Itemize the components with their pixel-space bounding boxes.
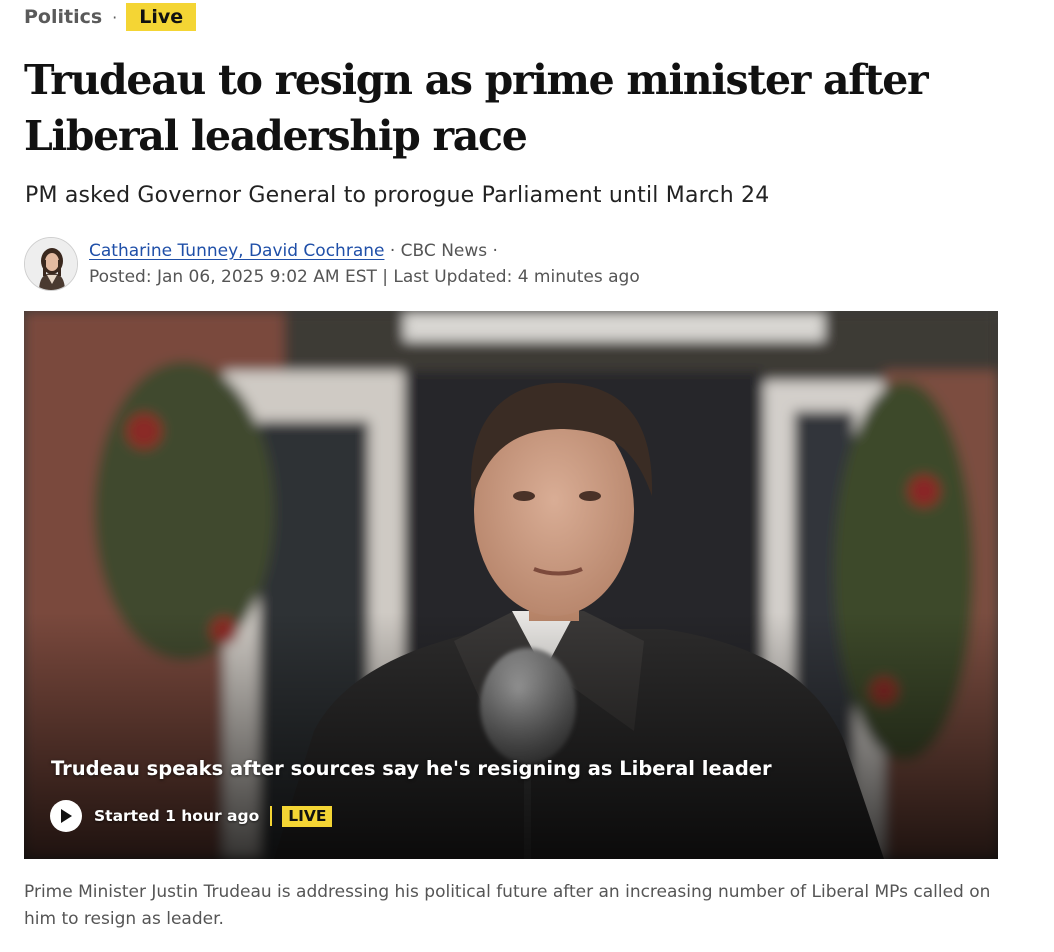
play-icon bbox=[61, 809, 72, 823]
author-avatar[interactable] bbox=[24, 237, 78, 291]
breadcrumb-separator: · bbox=[112, 7, 118, 27]
live-badge: LIVE bbox=[282, 805, 333, 827]
author-links[interactable]: Catharine Tunney, David Cochrane bbox=[89, 241, 384, 261]
started-time: Started 1 hour ago bbox=[94, 807, 260, 825]
play-button[interactable] bbox=[50, 800, 82, 832]
byline: Catharine Tunney, David Cochrane · CBC N… bbox=[89, 238, 640, 290]
headline: Trudeau to resign as prime minister afte… bbox=[24, 56, 929, 160]
breadcrumb: Politics · Live bbox=[24, 3, 197, 31]
video-player[interactable]: Trudeau speaks after sources say he's re… bbox=[24, 311, 998, 859]
publish-dates: Posted: Jan 06, 2025 9:02 AM EST | Last … bbox=[89, 267, 640, 287]
meta-divider bbox=[270, 806, 273, 826]
live-label: Live bbox=[126, 3, 197, 31]
image-caption: Prime Minister Justin Trudeau is address… bbox=[24, 882, 991, 929]
video-meta: Started 1 hour ago LIVE bbox=[50, 800, 333, 832]
outlet-name: · CBC News · bbox=[389, 241, 498, 261]
deck-subheadline: PM asked Governor General to prorogue Pa… bbox=[25, 183, 770, 208]
article-page: Politics · Live Trudeau to resign as pri… bbox=[0, 0, 1054, 952]
section-link[interactable]: Politics bbox=[24, 6, 102, 28]
video-title: Trudeau speaks after sources say he's re… bbox=[51, 757, 772, 780]
